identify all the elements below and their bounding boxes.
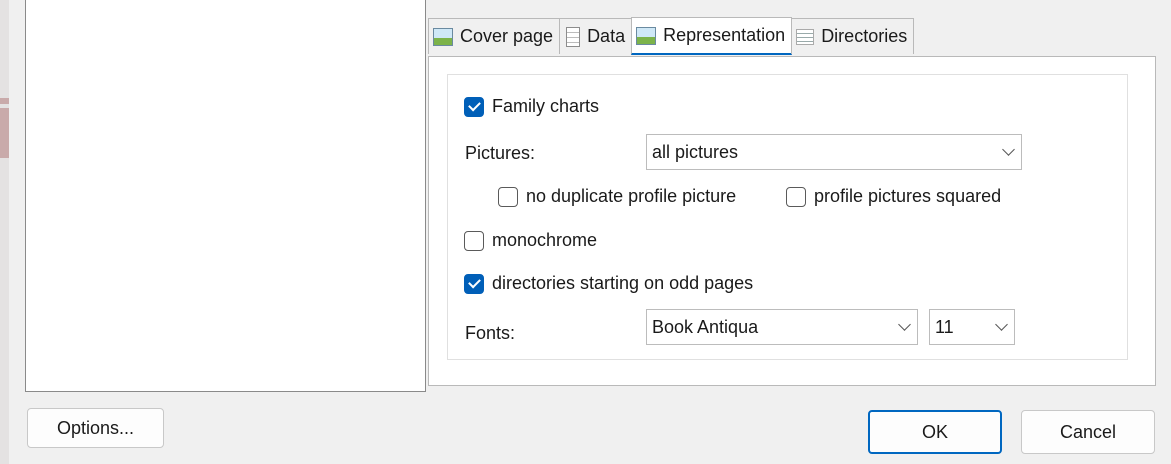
tab-cover-page[interactable]: Cover page bbox=[428, 18, 561, 54]
chevron-down-icon bbox=[898, 317, 911, 331]
options-button[interactable]: Options... bbox=[27, 408, 164, 448]
list-icon bbox=[796, 28, 815, 45]
tab-label: Cover page bbox=[460, 26, 554, 46]
font-family-select[interactable]: Book Antiqua bbox=[646, 309, 918, 345]
checkbox-label: Family charts bbox=[492, 96, 600, 116]
checkbox-label: directories starting on odd pages bbox=[492, 273, 754, 293]
checkbox-box bbox=[498, 186, 518, 207]
image-icon bbox=[636, 26, 657, 45]
cancel-button[interactable]: Cancel bbox=[1021, 410, 1155, 454]
button-label: Cancel bbox=[1059, 421, 1117, 442]
tab-label: Directories bbox=[821, 26, 908, 46]
left-edge-mark bbox=[0, 98, 9, 104]
chevron-down-icon bbox=[995, 317, 1008, 331]
family-charts-checkbox[interactable]: Family charts bbox=[464, 96, 599, 117]
checkbox-box bbox=[464, 230, 484, 251]
select-value: Book Antiqua bbox=[652, 316, 759, 337]
fonts-label: Fonts: bbox=[465, 323, 516, 343]
image-icon bbox=[433, 27, 453, 46]
odd-pages-checkbox[interactable]: directories starting on odd pages bbox=[464, 273, 753, 294]
tab-representation[interactable]: Representation bbox=[631, 17, 793, 55]
pictures-label: Pictures: bbox=[465, 143, 536, 163]
tab-data[interactable]: Data bbox=[559, 18, 633, 54]
left-edge-mark bbox=[0, 108, 9, 158]
select-value: all pictures bbox=[652, 141, 739, 162]
tab-label: Data bbox=[587, 26, 626, 46]
checkbox-box bbox=[464, 273, 484, 294]
tab-label: Representation bbox=[663, 25, 786, 45]
document-icon bbox=[566, 26, 581, 47]
monochrome-checkbox[interactable]: monochrome bbox=[464, 230, 597, 251]
pictures-select[interactable]: all pictures bbox=[646, 134, 1022, 170]
checkbox-box bbox=[464, 96, 484, 117]
select-value: 11 bbox=[935, 316, 954, 337]
profile-squared-checkbox[interactable]: profile pictures squared bbox=[786, 186, 1001, 207]
checkbox-label: monochrome bbox=[492, 230, 598, 250]
tab-strip: Cover page Data Representation Directori… bbox=[428, 17, 915, 56]
checkbox-label: profile pictures squared bbox=[814, 186, 1002, 206]
checkbox-label: no duplicate profile picture bbox=[526, 186, 737, 206]
button-label: Options... bbox=[56, 417, 135, 438]
no-duplicate-checkbox[interactable]: no duplicate profile picture bbox=[498, 186, 736, 207]
left-preview-panel bbox=[25, 0, 426, 392]
chevron-down-icon bbox=[1002, 142, 1015, 156]
button-label: OK bbox=[921, 421, 948, 442]
tab-directories[interactable]: Directories bbox=[791, 18, 915, 54]
ok-button[interactable]: OK bbox=[868, 410, 1002, 454]
font-size-select[interactable]: 11 bbox=[929, 309, 1015, 345]
checkbox-box bbox=[786, 186, 806, 207]
left-window-edge bbox=[0, 0, 9, 464]
